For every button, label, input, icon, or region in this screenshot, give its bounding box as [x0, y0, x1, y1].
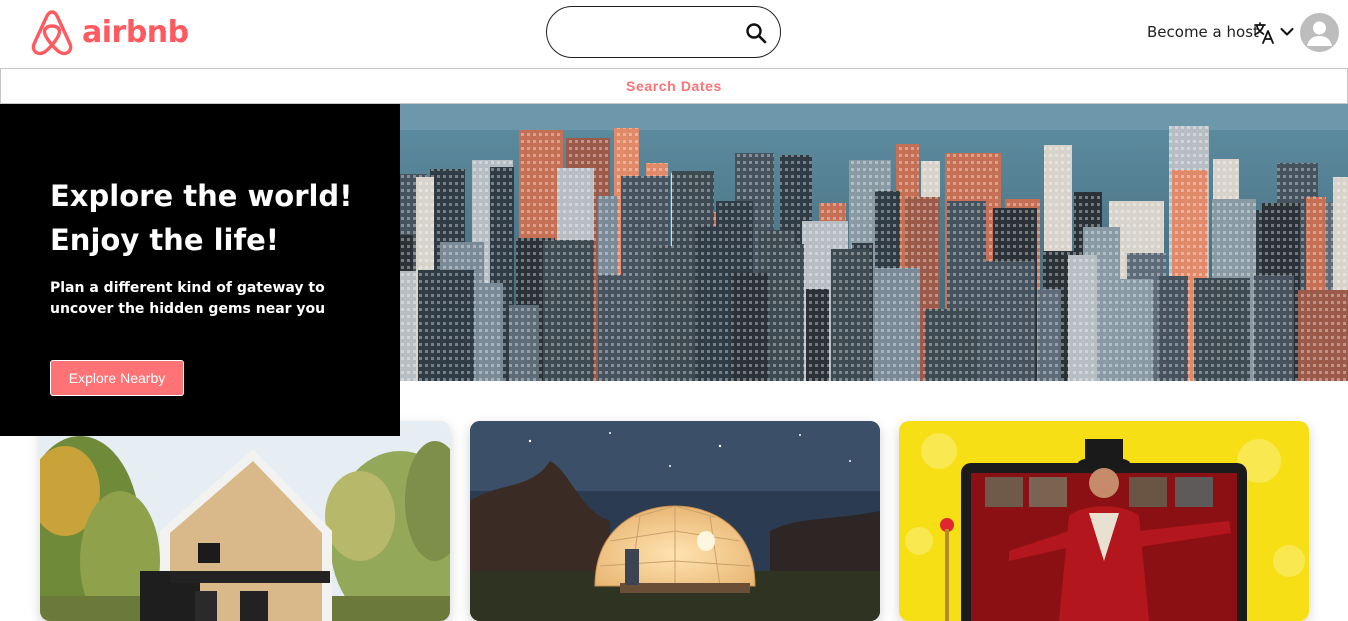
top-header: airbnb Become a host [0, 0, 1348, 68]
ringmaster-photo [899, 421, 1309, 621]
skyline-windows [543, 240, 594, 381]
skyline-windows [653, 246, 690, 381]
hero-subtitle-line-2: uncover the hidden gems near you [50, 301, 326, 317]
skyline-windows [1038, 289, 1061, 381]
explore-nearby-button[interactable]: Explore Nearby [50, 360, 184, 396]
search-dates-label[interactable]: Search Dates [626, 78, 722, 94]
search-input[interactable] [565, 19, 735, 47]
search-dates-bar[interactable]: Search Dates [0, 68, 1348, 104]
hero-title: Explore the world! Enjoy the life! [50, 174, 352, 262]
skyline-windows [1159, 276, 1188, 381]
skyline-windows [1298, 290, 1348, 381]
skyline-windows [418, 270, 474, 381]
airbnb-logo-icon [31, 10, 73, 56]
skyline-windows [1194, 278, 1250, 381]
skyline-windows [598, 275, 651, 381]
skyline-windows [400, 271, 416, 381]
skyline-windows [478, 283, 503, 381]
dome-tent-photo [470, 421, 880, 621]
hero-title-line-2: Enjoy the life! [50, 223, 279, 257]
hero-title-line-1: Explore the world! [50, 179, 353, 213]
hero-subtitle: Plan a different kind of gateway to unco… [50, 278, 325, 320]
skyline-windows [1099, 279, 1153, 381]
skyline-windows [732, 273, 768, 381]
listing-card-cabin[interactable] [40, 421, 450, 621]
city-skyline-image [400, 104, 1348, 381]
hero-panel: Explore the world! Enjoy the life! Plan … [0, 104, 400, 436]
skyline-windows [873, 268, 920, 381]
skyline-windows [695, 226, 726, 381]
listing-card-ringmaster[interactable] [899, 421, 1309, 621]
skyline-windows [770, 244, 804, 381]
search-icon[interactable] [744, 21, 768, 45]
skyline-windows [925, 309, 978, 381]
cabin-photo [40, 421, 450, 621]
brand-name: airbnb [82, 14, 189, 50]
search-bar[interactable] [546, 6, 781, 58]
translate-icon[interactable] [1252, 21, 1276, 45]
listing-card-dome[interactable] [470, 421, 880, 621]
skyline-windows [1068, 255, 1097, 381]
chevron-down-icon[interactable] [1279, 24, 1295, 40]
become-host-link[interactable]: Become a host [1147, 23, 1259, 41]
city-skyline-illustration [400, 104, 1348, 381]
skyline-windows [806, 289, 829, 381]
skyline-windows [985, 261, 1035, 381]
user-avatar-icon[interactable] [1300, 13, 1339, 52]
airbnb-logo[interactable]: airbnb [29, 8, 189, 56]
skyline-windows [509, 305, 539, 381]
hero-subtitle-line-1: Plan a different kind of gateway to [50, 280, 325, 296]
skyline-windows [1254, 275, 1294, 381]
skyline-windows [831, 249, 870, 381]
